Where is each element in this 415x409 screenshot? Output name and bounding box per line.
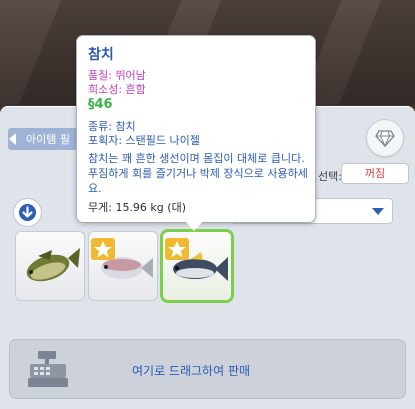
arrow-left-icon[interactable] — [9, 133, 16, 145]
tooltip-weight: 무게: 15.96 kg (대) — [88, 201, 186, 214]
tooltip-description: 참치는 꽤 흔한 생선이며 몸집이 대체로 큽니다. 푸짐하게 회를 즐기거나 … — [88, 152, 308, 195]
tooltip-title: 참치 — [88, 47, 114, 63]
sell-drop-label: 여기로 드래그하여 판매 — [132, 364, 251, 378]
toggle-off-button[interactable]: 꺼짐 — [342, 164, 408, 183]
star-badge-icon — [91, 238, 115, 260]
diamond-icon — [375, 130, 395, 148]
tooltip-rarity: 희소성: 흔함 — [88, 83, 146, 96]
inventory-slot-silver-fish[interactable] — [89, 232, 157, 300]
inventory-slot-tuna[interactable] — [163, 232, 231, 300]
tooltip-price-value: 46 — [94, 97, 113, 112]
star-badge-icon — [165, 238, 189, 260]
inventory-slot-bass[interactable] — [16, 232, 84, 300]
item-filter-label: 아이템 필 — [26, 133, 70, 146]
arrow-down-icon — [19, 204, 36, 221]
chevron-down-icon — [372, 208, 384, 215]
tooltip-price: §46 — [88, 97, 113, 112]
tooltip-pointer — [185, 221, 203, 231]
background-wood — [338, 0, 415, 105]
toggle-label: 선택: — [318, 170, 342, 183]
move-down-button[interactable] — [14, 199, 41, 226]
cash-register-icon — [28, 351, 68, 387]
tooltip-catcher: 포획자: 스탠필드 나이젤 — [88, 134, 200, 147]
bass-fish-icon — [26, 248, 80, 282]
diamond-button[interactable] — [367, 120, 403, 156]
